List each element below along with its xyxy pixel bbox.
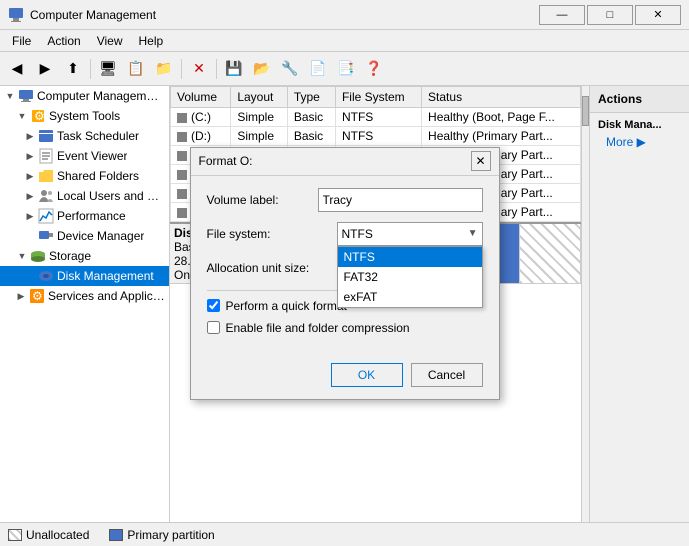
file-system-dropdown[interactable]: NTFS ▼ NTFS FAT32 exFAT — [337, 222, 483, 246]
dialog-overlay: Format O: ✕ Volume label: File system: N… — [0, 0, 689, 546]
file-system-dropdown-btn[interactable]: NTFS ▼ — [337, 222, 483, 246]
quick-format-checkbox[interactable] — [207, 299, 220, 312]
dialog-title-bar: Format O: ✕ — [191, 148, 499, 176]
format-dialog: Format O: ✕ Volume label: File system: N… — [190, 147, 500, 400]
dialog-content: Volume label: File system: NTFS ▼ NTFS F… — [191, 176, 499, 355]
file-system-dropdown-list: NTFS FAT32 exFAT — [337, 246, 483, 308]
compression-row: Enable file and folder compression — [207, 321, 483, 335]
volume-label-input[interactable] — [318, 188, 483, 212]
cancel-button[interactable]: Cancel — [411, 363, 483, 387]
quick-format-label: Perform a quick format — [226, 299, 347, 313]
option-ntfs[interactable]: NTFS — [338, 247, 482, 267]
file-system-label: File system: — [207, 227, 337, 241]
option-fat32[interactable]: FAT32 — [338, 267, 482, 287]
dialog-close-button[interactable]: ✕ — [471, 151, 491, 171]
file-system-row: File system: NTFS ▼ NTFS FAT32 exFAT — [207, 222, 483, 246]
file-system-value: NTFS — [342, 227, 373, 241]
compression-checkbox[interactable] — [207, 321, 220, 334]
allocation-label: Allocation unit size: — [207, 261, 337, 275]
volume-label-text: Volume label: — [207, 193, 318, 207]
dialog-title: Format O: — [199, 154, 471, 168]
volume-label-row: Volume label: — [207, 188, 483, 212]
option-exfat[interactable]: exFAT — [338, 287, 482, 307]
dialog-buttons: OK Cancel — [191, 355, 499, 399]
dropdown-arrow-icon: ▼ — [468, 228, 478, 239]
ok-button[interactable]: OK — [331, 363, 403, 387]
compression-label: Enable file and folder compression — [226, 321, 410, 335]
